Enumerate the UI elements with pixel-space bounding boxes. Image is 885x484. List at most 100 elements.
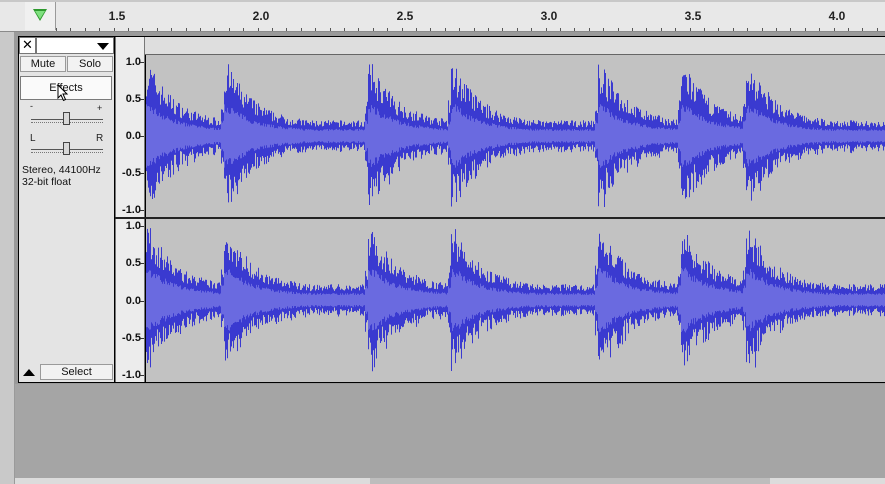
- ruler-tick: [99, 28, 100, 31]
- ruler-tick: [358, 28, 359, 31]
- scale-label: 0.0: [125, 130, 141, 142]
- ruler-tick: [877, 28, 878, 31]
- scale-label: 1.0: [125, 220, 141, 232]
- select-track-button[interactable]: Select: [40, 364, 113, 380]
- ruler-tick: [272, 28, 273, 31]
- ruler-tick: [286, 28, 287, 31]
- scale-tick: [140, 173, 144, 174]
- ruler-tick: [85, 28, 86, 31]
- ruler-tick: [315, 28, 316, 31]
- mute-button[interactable]: Mute: [20, 56, 66, 72]
- ruler-tick: [171, 28, 172, 31]
- ruler-tick: [862, 28, 863, 31]
- ruler-tick: [646, 28, 647, 31]
- ruler-tick: [546, 28, 547, 31]
- play-head-icon[interactable]: [33, 9, 47, 21]
- ruler-tick: [258, 28, 259, 31]
- pan-left-label: L: [30, 133, 36, 144]
- ruler-tick: [70, 28, 71, 31]
- pan-slider-thumb[interactable]: [63, 142, 70, 155]
- scale-label: 1.0: [125, 56, 141, 68]
- ruler-tick: [445, 28, 446, 31]
- ruler-tick: [157, 28, 158, 31]
- ruler-tick: [229, 28, 230, 31]
- ruler-tick: [531, 28, 532, 31]
- scale-tick: [140, 301, 144, 302]
- ruler-tick: [618, 28, 619, 31]
- ruler-tick: [56, 28, 57, 31]
- scale-label: -1.0: [122, 369, 141, 381]
- ruler-tick-label: 2.0: [252, 9, 270, 23]
- ruler-tick: [762, 28, 763, 31]
- scale-tick: [140, 375, 144, 376]
- track-format-line: Stereo, 44100Hz: [22, 164, 101, 176]
- ruler-tick: [560, 28, 561, 31]
- timeline-ruler[interactable]: 1.5 2.0 2.5 3.0 3.5 4.0: [0, 0, 885, 32]
- gain-plus-label: +: [97, 103, 103, 113]
- ruler-tick: [387, 28, 388, 31]
- scale-tick: [140, 263, 144, 264]
- ruler-tick: [214, 28, 215, 31]
- ruler-tick: [243, 28, 244, 31]
- ruler-tick: [416, 28, 417, 31]
- ruler-tick: [574, 28, 575, 31]
- ruler-tick: [718, 28, 719, 31]
- vertical-amplitude-scale[interactable]: 1.0 0.5 0.0 -0.5 -1.0 1.0 0.5 0.0 -0.5 -1.0: [115, 37, 145, 382]
- ruler-tick: [373, 28, 374, 31]
- scale-tick: [140, 136, 144, 137]
- track-name-menu[interactable]: [36, 37, 114, 54]
- ruler-tick: [733, 28, 734, 31]
- ruler-tick: [675, 28, 676, 31]
- solo-button[interactable]: Solo: [67, 56, 113, 72]
- right-channel-waveform: [146, 228, 885, 372]
- scale-tick: [140, 62, 144, 63]
- ruler-tick: [344, 28, 345, 31]
- ruler-tick: [301, 28, 302, 31]
- ruler-tick: [474, 28, 475, 31]
- close-track-button[interactable]: ✕: [19, 37, 36, 54]
- scale-label: -0.5: [122, 167, 141, 179]
- scale-label: -0.5: [122, 331, 141, 344]
- track-bitdepth-line: 32-bit float: [22, 176, 72, 188]
- ruler-tick: [186, 28, 187, 31]
- collapse-track-icon[interactable]: [23, 369, 35, 376]
- ruler-tick: [517, 28, 518, 31]
- ruler-tick: [589, 28, 590, 31]
- scale-tick: [140, 226, 144, 227]
- ruler-tick: [200, 28, 201, 31]
- empty-track-area[interactable]: [15, 384, 885, 478]
- scale-label: 0.0: [125, 294, 141, 307]
- ruler-tick: [502, 28, 503, 31]
- ruler-tick: [632, 28, 633, 31]
- scrollbar-thumb[interactable]: [370, 478, 770, 484]
- ruler-tick: [776, 28, 777, 31]
- scale-tick: [140, 99, 144, 100]
- ruler-tick: [488, 28, 489, 31]
- mouse-pointer-icon: [57, 84, 69, 102]
- gain-slider-thumb[interactable]: [63, 112, 70, 125]
- ruler-tick-label: 4.0: [828, 9, 846, 23]
- ruler-tick: [747, 28, 748, 31]
- ruler-tick: [661, 28, 662, 31]
- left-channel-waveform: [146, 64, 885, 207]
- ruler-tick: [704, 28, 705, 31]
- ruler-tick-label: 3.5: [684, 9, 702, 23]
- ruler-tick-label: 3.0: [540, 9, 558, 23]
- channel-divider: [115, 217, 885, 219]
- track-top-strip: [115, 37, 885, 55]
- ruler-tick: [603, 28, 604, 31]
- ruler-tick: [805, 28, 806, 31]
- ruler-tick-label: 1.5: [108, 9, 126, 23]
- left-margin-strip: [0, 32, 15, 484]
- ruler-tick: [128, 28, 129, 31]
- ruler-tick: [430, 28, 431, 31]
- horizontal-scrollbar[interactable]: [15, 478, 885, 484]
- ruler-tick: [848, 28, 849, 31]
- chevron-down-icon: [97, 43, 109, 50]
- scale-label: -1.0: [122, 204, 141, 216]
- pan-right-label: R: [96, 133, 104, 144]
- ruler-tick: [330, 28, 331, 31]
- gain-minus-label: -: [30, 101, 33, 111]
- ruler-tick: [790, 28, 791, 31]
- ruler-tick: [819, 28, 820, 31]
